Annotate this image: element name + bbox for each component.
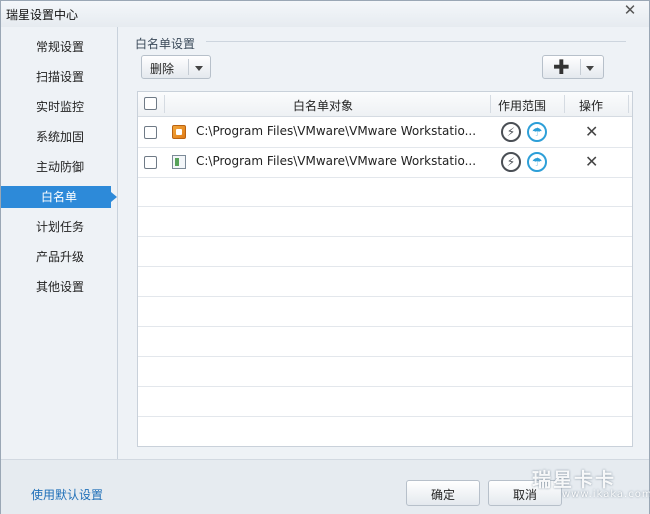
sidebar-item-other-settings[interactable]: 其他设置 — [1, 276, 117, 298]
header-object: 白名单对象 — [293, 99, 354, 113]
main-panel: 白名单设置 删除 ✚ 白名单对象 作用范围 操作 C:\Program File… — [118, 27, 649, 459]
section-title: 白名单设置 — [135, 37, 196, 51]
empty-row — [138, 327, 632, 357]
sidebar-item-product-upgrade[interactable]: 产品升级 — [1, 246, 117, 268]
delete-button-separator — [188, 59, 189, 75]
table-header: 白名单对象 作用范围 操作 — [138, 92, 632, 117]
vmware-app-icon — [172, 125, 186, 139]
remove-icon[interactable]: ✕ — [585, 122, 598, 141]
umbrella-icon[interactable]: ☂ — [527, 152, 547, 172]
settings-window: 瑞星设置中心 ✕ 常规设置 扫描设置 实时监控 系统加固 主动防御 白名单 计划… — [0, 0, 650, 514]
plus-icon: ✚ — [553, 55, 570, 79]
lightning-icon[interactable]: ⚡ — [501, 122, 521, 142]
sidebar-item-whitelist[interactable]: 白名单 — [1, 186, 117, 208]
sidebar-item-scheduled-tasks[interactable]: 计划任务 — [1, 216, 117, 238]
row-checkbox[interactable] — [144, 126, 157, 139]
cancel-button-label: 取消 — [512, 488, 537, 502]
whitelist-table: 白名单对象 作用范围 操作 C:\Program Files\VMware\VM… — [137, 91, 633, 447]
ok-button-label: 确定 — [430, 488, 455, 502]
delete-button-label: 删除 — [150, 62, 175, 76]
sidebar-item-general[interactable]: 常规设置 — [1, 36, 117, 58]
lightning-icon[interactable]: ⚡ — [501, 152, 521, 172]
generic-app-icon — [172, 155, 186, 169]
table-row[interactable]: C:\Program Files\VMware\VMware Workstati… — [138, 147, 632, 178]
row-checkbox[interactable] — [144, 156, 157, 169]
sidebar-item-scan[interactable]: 扫描设置 — [1, 66, 117, 88]
header-separator — [564, 95, 565, 113]
ok-button[interactable]: 确定 — [406, 480, 480, 506]
row-path: C:\Program Files\VMware\VMware Workstati… — [196, 154, 477, 168]
chevron-down-icon[interactable] — [195, 66, 203, 71]
section-divider — [206, 41, 626, 42]
close-button[interactable]: ✕ — [617, 1, 643, 19]
sidebar: 常规设置 扫描设置 实时监控 系统加固 主动防御 白名单 计划任务 产品升级 其… — [1, 27, 117, 457]
window-title: 瑞星设置中心 — [6, 8, 79, 22]
header-separator — [628, 95, 629, 113]
restore-defaults-link[interactable]: 使用默认设置 — [31, 486, 103, 503]
empty-row — [138, 357, 632, 387]
delete-button[interactable]: 删除 — [141, 55, 211, 79]
add-button-separator — [580, 59, 581, 75]
header-separator — [490, 95, 491, 113]
empty-row — [138, 267, 632, 297]
empty-row — [138, 417, 632, 446]
header-separator — [164, 95, 165, 113]
sidebar-item-system-hardening[interactable]: 系统加固 — [1, 126, 117, 148]
empty-row — [138, 177, 632, 207]
empty-row — [138, 207, 632, 237]
cancel-button[interactable]: 取消 — [488, 480, 562, 506]
sidebar-item-realtime-monitor[interactable]: 实时监控 — [1, 96, 117, 118]
select-all-checkbox[interactable] — [144, 97, 157, 110]
footer: 使用默认设置 确定 取消 — [1, 459, 649, 514]
table-row[interactable]: C:\Program Files\VMware\VMware Workstati… — [138, 117, 632, 148]
header-scope: 作用范围 — [498, 99, 547, 113]
chevron-down-icon[interactable] — [586, 66, 594, 71]
empty-row — [138, 387, 632, 417]
row-path: C:\Program Files\VMware\VMware Workstati… — [196, 124, 477, 138]
empty-row — [138, 237, 632, 267]
add-button[interactable]: ✚ — [542, 55, 604, 79]
remove-icon[interactable]: ✕ — [585, 152, 598, 171]
empty-row — [138, 297, 632, 327]
sidebar-item-active-defense[interactable]: 主动防御 — [1, 156, 117, 178]
umbrella-icon[interactable]: ☂ — [527, 122, 547, 142]
header-action: 操作 — [579, 99, 604, 113]
title-bar: 瑞星设置中心 ✕ — [1, 1, 649, 27]
